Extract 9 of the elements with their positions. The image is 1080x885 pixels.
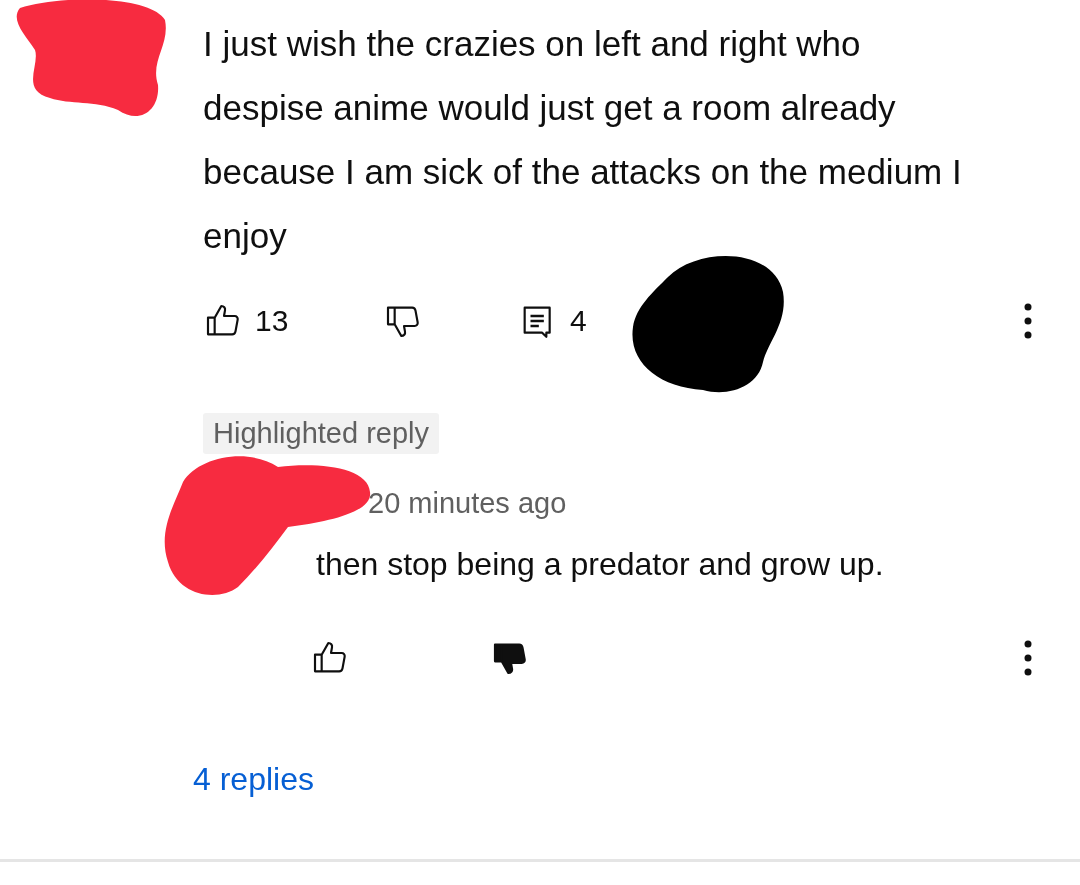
more-options-icon[interactable] [1024,303,1032,339]
reply-time: 20 minutes ago [368,487,568,520]
comment-text: I just wish the crazies on left and right who despise anime would just get a room already because I am sick of the attacks on the medium I enjoy [203,23,963,257]
more-options-icon[interactable] [1024,640,1032,676]
like-count: 13 [255,304,289,338]
highlighted-reply-badge: Highlighted reply [203,413,439,454]
replies-link[interactable]: 4 replies [193,761,314,798]
reply-text: then stop being a predator and grow up. [316,546,885,583]
reply-count: 4 [570,304,587,338]
